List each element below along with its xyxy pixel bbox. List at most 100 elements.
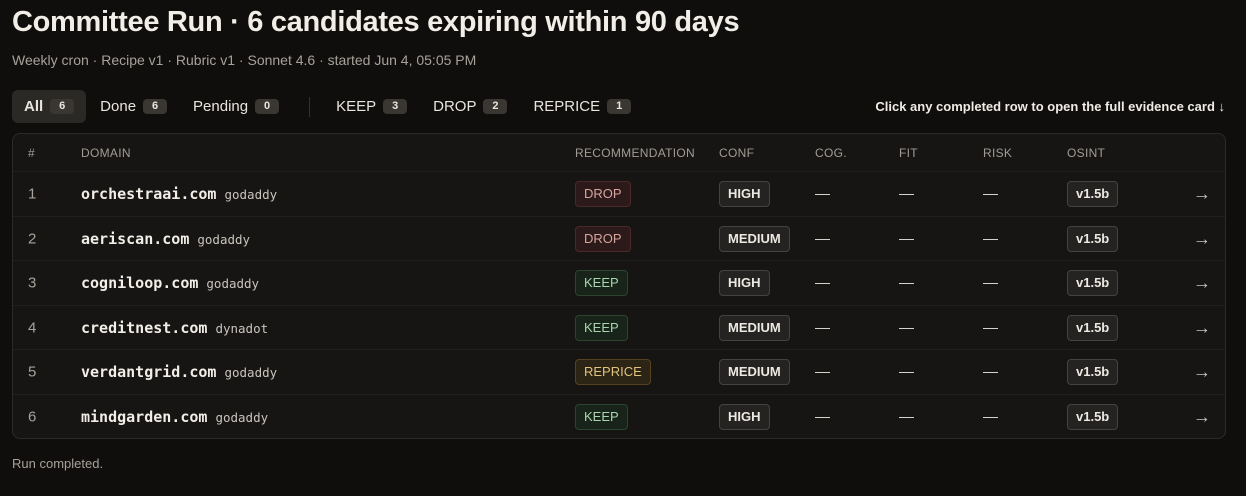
osint-version-badge: v1.5b xyxy=(1067,314,1119,341)
domain-cell: mindgarden.com godaddy xyxy=(81,408,268,426)
confidence-badge: HIGH xyxy=(719,403,770,430)
open-evidence-arrow-icon[interactable]: → xyxy=(1193,362,1211,383)
osint-version-badge: v1.5b xyxy=(1067,359,1119,385)
tab-done[interactable]: Done 6 xyxy=(88,90,179,123)
risk-score: — xyxy=(983,274,998,292)
domain-cell: cogniloop.com godaddy xyxy=(81,274,259,292)
registrar: dynadot xyxy=(215,320,269,336)
row-number: 2 xyxy=(28,230,37,247)
page-title: Committee Run · 6 candidates expiring wi… xyxy=(12,6,740,38)
row-number: 5 xyxy=(28,363,37,381)
confidence-badge: MEDIUM xyxy=(719,359,790,385)
fit-score: — xyxy=(899,274,914,292)
row-number: 4 xyxy=(28,319,37,336)
tab-label: DROP xyxy=(433,98,477,115)
row-number: 3 xyxy=(28,274,37,292)
fit-score: — xyxy=(899,363,914,381)
run-status: Run completed. xyxy=(12,456,104,471)
registrar: godaddy xyxy=(206,276,260,291)
tab-label: KEEP xyxy=(336,98,377,115)
column-header-domain: DOMAIN xyxy=(81,146,131,160)
risk-score: — xyxy=(983,363,998,381)
tab-reprice[interactable]: REPRICE 1 xyxy=(521,90,643,123)
tab-label: Pending xyxy=(193,98,249,115)
cog-score: — xyxy=(815,363,830,381)
evidence-hint: Click any completed row to open the full… xyxy=(875,99,1225,114)
recommendation-badge: KEEP xyxy=(575,314,628,341)
risk-score: — xyxy=(983,319,998,336)
domain-name: orchestraai.com xyxy=(81,185,217,203)
column-header-osint: OSINT xyxy=(1067,146,1106,160)
open-evidence-arrow-icon[interactable]: → xyxy=(1193,228,1211,249)
tab-keep[interactable]: KEEP 3 xyxy=(324,90,419,123)
domain-name: verdantgrid.com xyxy=(81,363,217,381)
table-row[interactable]: 5 verdantgrid.com godaddy REPRICE MEDIUM — — — v… xyxy=(13,349,1225,394)
tab-count-badge: 6 xyxy=(143,99,168,114)
open-evidence-arrow-icon[interactable]: → xyxy=(1193,406,1211,427)
confidence-badge: HIGH xyxy=(719,270,770,296)
osint-version-badge: v1.5b xyxy=(1067,270,1119,296)
tab-drop[interactable]: DROP 2 xyxy=(421,90,519,123)
registrar: godaddy xyxy=(224,187,278,202)
row-number: 6 xyxy=(28,408,37,425)
cog-score: — xyxy=(815,230,830,247)
cog-score: — xyxy=(815,185,830,203)
domain-cell: orchestraai.com godaddy xyxy=(81,185,277,203)
domain-cell: aeriscan.com godaddy xyxy=(81,230,250,248)
risk-score: — xyxy=(983,408,998,425)
risk-score: — xyxy=(983,185,998,203)
open-evidence-arrow-icon[interactable]: → xyxy=(1193,273,1211,294)
results-table: # DOMAIN RECOMMENDATION CONF COG. FIT RI… xyxy=(12,133,1226,439)
confidence-badge: HIGH xyxy=(719,181,770,207)
run-metadata: Weekly cron · Recipe v1 · Rubric v1 · So… xyxy=(12,52,477,68)
recommendation-badge: DROP xyxy=(575,181,631,207)
registrar: godaddy xyxy=(215,409,269,425)
fit-score: — xyxy=(899,408,914,425)
recommendation-badge: DROP xyxy=(575,225,631,252)
filter-tabs: All 6 Done 6 Pending 0 KEEP 3 DROP 2 REP… xyxy=(12,90,645,123)
recommendation-badge: KEEP xyxy=(575,403,628,430)
cog-score: — xyxy=(815,408,830,425)
cog-score: — xyxy=(815,319,830,336)
confidence-badge: MEDIUM xyxy=(719,225,790,252)
open-evidence-arrow-icon[interactable]: → xyxy=(1193,184,1211,205)
registrar: godaddy xyxy=(224,365,278,380)
table-row[interactable]: 6 mindgarden.com godaddy KEEP HIGH — — — v1.5b → xyxy=(13,393,1225,439)
tab-count-badge: 6 xyxy=(50,99,75,114)
tab-count-badge: 3 xyxy=(383,99,408,114)
recommendation-badge: KEEP xyxy=(575,270,628,296)
fit-score: — xyxy=(899,230,914,247)
domain-cell: verdantgrid.com godaddy xyxy=(81,363,277,381)
table-row[interactable]: 3 cogniloop.com godaddy KEEP HIGH — — — v1.5b → xyxy=(13,260,1225,305)
fit-score: — xyxy=(899,185,914,203)
table-header: # DOMAIN RECOMMENDATION CONF COG. FIT RI… xyxy=(13,134,1225,171)
osint-version-badge: v1.5b xyxy=(1067,225,1119,252)
tab-all[interactable]: All 6 xyxy=(12,90,87,123)
tab-pending[interactable]: Pending 0 xyxy=(181,90,291,123)
column-header-conf: CONF xyxy=(719,146,755,160)
tab-count-badge: 0 xyxy=(255,99,280,114)
column-header-recommendation: RECOMMENDATION xyxy=(575,146,695,160)
column-header-fit: FIT xyxy=(899,146,918,160)
tab-label: All xyxy=(24,98,44,115)
tab-label: REPRICE xyxy=(533,98,601,115)
filter-divider xyxy=(309,96,311,117)
column-header-risk: RISK xyxy=(983,146,1013,160)
table-row[interactable]: 1 orchestraai.com godaddy DROP HIGH — — — v1.5b → xyxy=(13,171,1225,216)
row-number: 1 xyxy=(28,185,37,203)
column-header-num: # xyxy=(28,146,35,160)
tab-count-badge: 2 xyxy=(483,99,508,114)
table-row[interactable]: 2 aeriscan.com godaddy DROP MEDIUM — — — v1.5b → xyxy=(13,215,1225,261)
domain-name: creditnest.com xyxy=(81,318,208,337)
cog-score: — xyxy=(815,274,830,292)
tab-count-badge: 1 xyxy=(607,99,632,114)
domain-cell: creditnest.com dynadot xyxy=(81,319,268,337)
open-evidence-arrow-icon[interactable]: → xyxy=(1193,317,1211,338)
domain-name: mindgarden.com xyxy=(81,407,208,426)
domain-name: cogniloop.com xyxy=(81,274,199,292)
osint-version-badge: v1.5b xyxy=(1067,403,1119,430)
table-row[interactable]: 4 creditnest.com dynadot KEEP MEDIUM — — — v1.5b… xyxy=(13,304,1225,350)
fit-score: — xyxy=(899,319,914,336)
recommendation-badge: REPRICE xyxy=(575,359,651,385)
risk-score: — xyxy=(983,230,998,247)
